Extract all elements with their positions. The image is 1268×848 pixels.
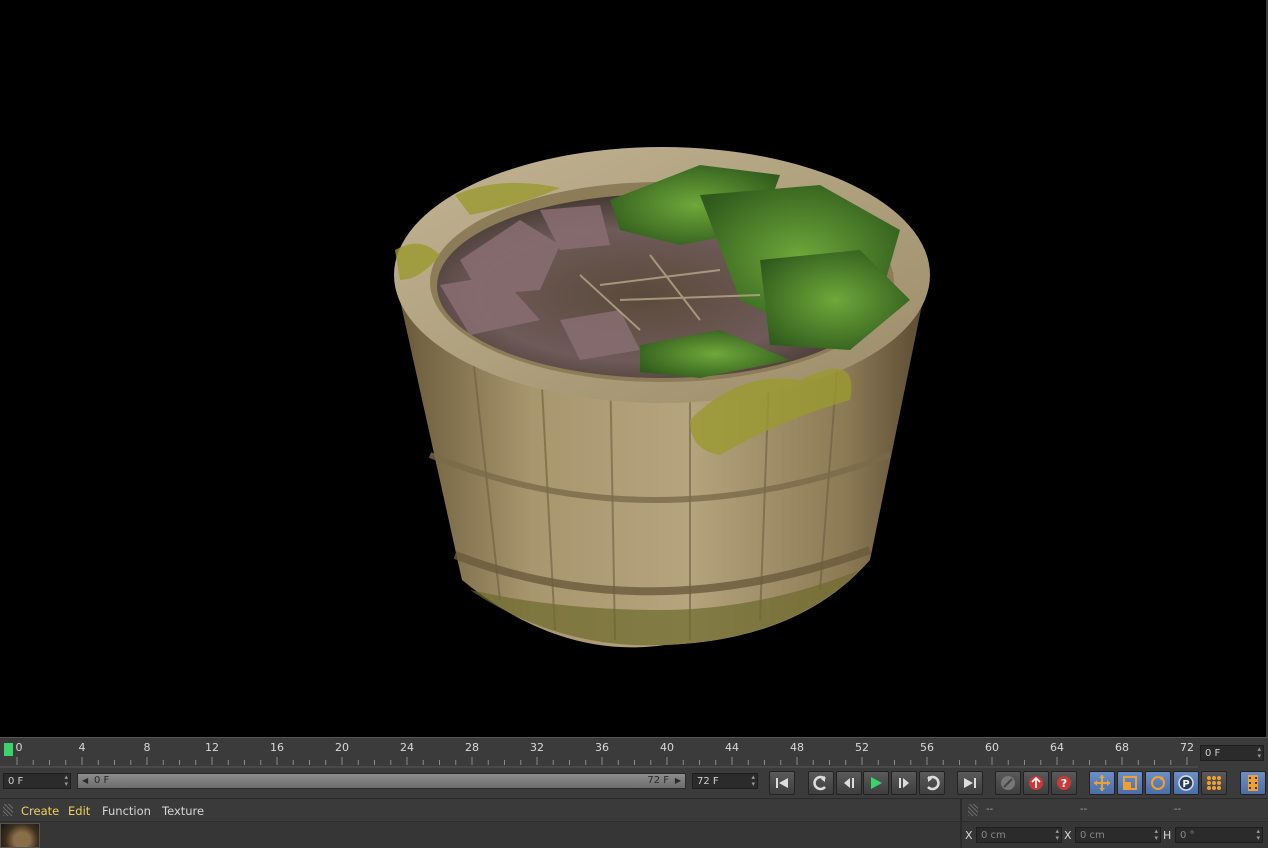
max-frame-field[interactable]: 72 F ▴ ▾ [692,773,758,789]
menu-function[interactable]: Function [102,804,151,818]
ruler-tick-label: 16 [270,741,284,754]
first-frame-button[interactable] [769,771,795,795]
ruler-tick-label: 52 [855,741,869,754]
rotate-key-button[interactable] [1145,771,1171,795]
prev-frame-button[interactable] [836,771,862,795]
timeline-ruler[interactable]: 0 4 8 12 16 20 24 28 32 36 40 44 48 52 56 60 64 68 72 0 F … [0,737,1268,770]
spinner-icon[interactable]: ▴ ▾ [64,774,68,788]
rotate-key-icon [1151,776,1165,790]
coordinates-header: -- -- -- [962,799,1268,822]
ruler-tick-label: 4 [78,741,86,754]
material-thumbnail[interactable] [0,823,40,848]
prev-key-button[interactable] [808,771,834,795]
ruler-tick-label: 20 [335,741,349,754]
first-frame-icon [776,778,788,788]
position-x-value: 0 cm [981,830,1006,841]
max-frame-value: 72 F [697,776,719,787]
timeline-button[interactable] [1240,771,1266,795]
spinner-icon[interactable]: ▴ ▾ [1055,828,1059,842]
spinner-icon[interactable]: ▴ ▾ [1256,828,1260,842]
ruler-tick-label: 32 [530,741,544,754]
ruler-tick-label: 40 [660,741,674,754]
rotation-h-field[interactable]: 0 ° ▴ ▾ [1175,827,1263,843]
size-x-value: 0 cm [1080,830,1105,841]
material-manager: Create Edit Function Texture [0,799,962,848]
position-header: -- [986,804,994,815]
move-key-icon [1094,775,1110,791]
ruler-tick-label: 36 [595,741,609,754]
scale-key-button[interactable] [1117,771,1143,795]
rotation-header: -- [1174,804,1182,815]
param-key-button[interactable]: P [1173,771,1199,795]
svg-text:?: ? [1061,777,1067,790]
ruler-tick-label: 68 [1115,741,1129,754]
preview-range-slider[interactable]: ◀ 0 F 72 F ▶ [77,773,686,789]
record-button[interactable] [1023,771,1049,795]
range-left-arrow-icon[interactable]: ◀ [82,774,88,788]
menu-edit[interactable]: Edit [68,804,90,818]
ruler-tick-label: 8 [143,741,151,754]
prev-frame-icon [844,778,854,788]
rotation-h-label: H [1163,829,1172,842]
move-key-button[interactable] [1089,771,1115,795]
play-button[interactable] [863,771,889,795]
playhead-marker[interactable] [4,743,13,756]
spinner-icon[interactable]: ▴ ▾ [751,774,755,788]
ruler-tick-label: 72 [1180,741,1194,754]
size-x-field[interactable]: 0 cm ▴ ▾ [1075,827,1161,843]
range-end-label: 72 F [647,775,669,786]
keyframe-toggle-button[interactable] [995,771,1021,795]
ruler-tick-label: 60 [985,741,999,754]
next-frame-icon [899,778,909,788]
ruler-tick-label: 48 [790,741,804,754]
timeline-frame-field[interactable]: 0 F ▴ ▾ [1200,745,1264,761]
ruler-tick-label: 12 [205,741,219,754]
keyframe-disabled-icon [1001,776,1015,790]
scale-key-icon [1123,776,1137,790]
record-icon [1029,776,1043,790]
ruler-tick-label: 24 [400,741,414,754]
menu-texture[interactable]: Texture [162,804,204,818]
param-key-icon: P [1178,775,1194,791]
last-frame-button[interactable] [957,771,983,795]
film-icon [1248,775,1258,791]
size-header: -- [1080,804,1088,815]
position-x-label: X [965,829,973,842]
range-right-arrow-icon[interactable]: ▶ [675,774,681,788]
viewport[interactable] [0,0,1268,737]
play-icon [871,777,882,789]
timeline-frame-value: 0 F [1205,748,1221,759]
next-key-icon [927,775,940,791]
ruler-tick-label: 44 [725,741,739,754]
svg-text:P: P [1182,779,1189,790]
rotation-h-value: 0 ° [1180,830,1195,841]
prev-key-icon [813,775,826,791]
coordinates-manager: -- -- -- X 0 cm ▴ ▾ X 0 cm ▴ ▾ H 0 ° ▴ ▾ [962,799,1268,848]
ruler-tick-label: 28 [465,741,479,754]
point-level-icon [1207,776,1221,790]
ruler-tick-label: 56 [920,741,934,754]
spinner-icon[interactable]: ▴ ▾ [1257,746,1261,760]
menu-create[interactable]: Create [21,804,59,818]
range-start-label: 0 F [94,775,110,786]
panel-grip-icon[interactable] [3,804,13,816]
autokey-icon: ? [1057,776,1071,790]
material-menu-bar: Create Edit Function Texture [0,799,960,822]
last-frame-icon [964,778,976,788]
autokey-button[interactable]: ? [1051,771,1077,795]
next-frame-button[interactable] [891,771,917,795]
planter-tub-render [394,147,930,648]
ruler-tick-label: 0 [15,741,23,754]
next-key-button[interactable] [919,771,945,795]
current-frame-value: 0 F [8,776,24,787]
size-x-label: X [1064,829,1072,842]
point-level-button[interactable] [1201,771,1227,795]
position-x-field[interactable]: 0 cm ▴ ▾ [976,827,1062,843]
current-frame-field[interactable]: 0 F ▴ ▾ [3,773,71,789]
spinner-icon[interactable]: ▴ ▾ [1154,828,1158,842]
panel-grip-icon[interactable] [968,804,978,816]
ruler-tick-label: 64 [1050,741,1064,754]
